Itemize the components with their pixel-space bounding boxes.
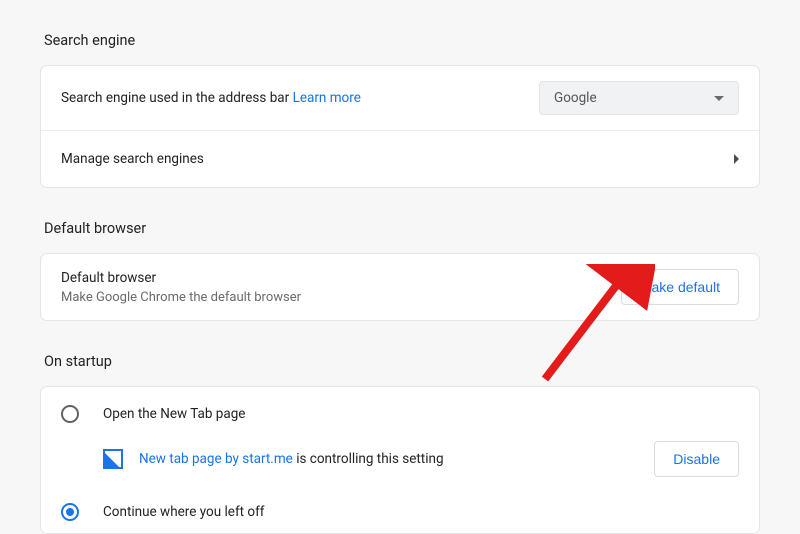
- radio-row-new-tab[interactable]: Open the New Tab page: [41, 387, 759, 435]
- default-browser-sub: Make Google Chrome the default browser: [61, 290, 621, 305]
- default-browser-label-wrap: Default browser Make Google Chrome the d…: [61, 270, 621, 305]
- make-default-button[interactable]: Make default: [621, 269, 739, 305]
- row-search-engine-bar: Search engine used in the address bar Le…: [41, 66, 759, 131]
- radio-continue-label: Continue where you left off: [103, 504, 265, 520]
- extension-link[interactable]: New tab page by start.me: [139, 451, 293, 467]
- card-search-engine: Search engine used in the address bar Le…: [40, 65, 760, 188]
- row-manage-search-engines[interactable]: Manage search engines: [41, 131, 759, 187]
- learn-more-link[interactable]: Learn more: [293, 90, 361, 106]
- dropdown-value: Google: [554, 90, 597, 106]
- search-engine-label-wrap: Search engine used in the address bar Le…: [61, 90, 539, 106]
- section-header-search-engine: Search engine: [40, 0, 760, 65]
- radio-row-continue[interactable]: Continue where you left off: [41, 495, 759, 533]
- chevron-down-icon: [714, 96, 724, 101]
- card-on-startup: Open the New Tab page New tab page by st…: [40, 386, 760, 534]
- row-default-browser: Default browser Make Google Chrome the d…: [41, 254, 759, 320]
- manage-search-engines-label: Manage search engines: [61, 151, 734, 167]
- extension-icon: [103, 449, 123, 469]
- section-header-default-browser: Default browser: [40, 188, 760, 253]
- extension-text-wrap: New tab page by start.me is controlling …: [139, 451, 654, 467]
- default-browser-title: Default browser: [61, 270, 621, 286]
- search-engine-label: Search engine used in the address bar: [61, 90, 289, 106]
- section-header-on-startup: On startup: [40, 321, 760, 386]
- extension-suffix: is controlling this setting: [293, 451, 444, 467]
- disable-extension-button[interactable]: Disable: [654, 441, 739, 477]
- radio-new-tab-label: Open the New Tab page: [103, 406, 245, 422]
- extension-notice-row: New tab page by start.me is controlling …: [41, 435, 759, 495]
- radio-new-tab[interactable]: [61, 405, 79, 423]
- chevron-right-icon: [734, 154, 739, 164]
- radio-continue[interactable]: [61, 503, 79, 521]
- card-default-browser: Default browser Make Google Chrome the d…: [40, 253, 760, 321]
- search-engine-dropdown[interactable]: Google: [539, 81, 739, 115]
